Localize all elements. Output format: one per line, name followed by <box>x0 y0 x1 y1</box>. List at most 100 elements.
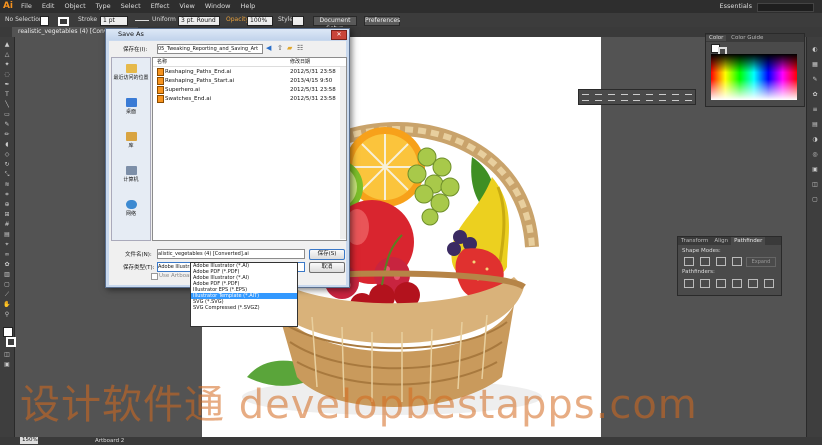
view-menu-icon[interactable]: ☷ <box>297 44 303 52</box>
merge-icon[interactable] <box>716 279 726 288</box>
fill-color-icon[interactable] <box>3 327 13 337</box>
back-icon[interactable]: ◀ <box>266 44 271 52</box>
align-left-icon[interactable] <box>581 93 589 101</box>
outline-icon[interactable] <box>748 279 758 288</box>
scale-tool-icon[interactable]: ⤡ <box>3 172 11 178</box>
lasso-icon[interactable]: ◌ <box>3 72 11 78</box>
rotate-tool-icon[interactable]: ↻ <box>3 162 11 168</box>
distribute-top-icon[interactable] <box>659 93 667 101</box>
brushes-icon[interactable]: ✎ <box>811 77 819 83</box>
color-panel-icon[interactable]: ◐ <box>811 47 819 53</box>
menu-select[interactable]: Select <box>116 0 146 13</box>
artboards-icon[interactable]: ▢ <box>811 197 819 203</box>
variable-width-profile[interactable]: Uniform <box>152 16 176 24</box>
blend-tool-icon[interactable]: ∞ <box>3 252 11 258</box>
crop-icon[interactable] <box>732 279 742 288</box>
tab-color-guide[interactable]: Color Guide <box>728 35 766 41</box>
gradient-tool-icon[interactable]: ▤ <box>3 232 11 238</box>
style-swatch[interactable] <box>292 16 304 26</box>
artboard-tool-icon[interactable]: ▢ <box>3 282 11 288</box>
save-button[interactable]: 保存(S) <box>309 249 345 260</box>
tab-transform[interactable]: Transform <box>678 237 711 245</box>
menu-edit[interactable]: Edit <box>37 0 60 13</box>
variable-width-line[interactable] <box>135 16 149 21</box>
graphic-styles-icon[interactable]: ▣ <box>811 167 819 173</box>
preferences-button[interactable]: Preferences <box>364 16 400 26</box>
trim-icon[interactable] <box>700 279 710 288</box>
menu-file[interactable]: File <box>16 0 37 13</box>
column-date[interactable]: 修改日期 <box>290 58 310 66</box>
align-right-icon[interactable] <box>607 93 615 101</box>
exclude-icon[interactable] <box>732 257 742 266</box>
rectangle-tool-icon[interactable]: ▭ <box>3 112 11 118</box>
minus-front-icon[interactable] <box>700 257 710 266</box>
menu-object[interactable]: Object <box>59 0 90 13</box>
symbols-icon[interactable]: ✿ <box>811 92 819 98</box>
opacity-label[interactable]: Opacity <box>226 16 249 24</box>
line-tool-icon[interactable]: ╲ <box>3 102 11 108</box>
save-in-select[interactable]: 05_Tweaking_Reporting_and_Saving_Art <box>157 44 263 54</box>
column-graph-icon[interactable]: ▥ <box>3 272 11 278</box>
tab-align[interactable]: Align <box>711 237 731 245</box>
place-recent[interactable]: 最近访问的位置 <box>112 64 150 81</box>
appearance-icon[interactable]: ◎ <box>811 152 819 158</box>
slice-tool-icon[interactable]: ⟋ <box>3 292 11 298</box>
layers-icon[interactable]: ◫ <box>811 182 819 188</box>
stroke-panel-icon[interactable]: ≡ <box>811 107 819 113</box>
align-center-icon[interactable] <box>594 93 602 101</box>
place-desktop[interactable]: 桌面 <box>112 98 150 115</box>
symbol-sprayer-icon[interactable]: ✿ <box>3 262 11 268</box>
menu-effect[interactable]: Effect <box>146 0 175 13</box>
zoom-tool-icon[interactable]: ⚲ <box>3 312 11 318</box>
selection-tool-icon[interactable]: ▲ <box>3 42 11 48</box>
filetype-option[interactable]: SVG Compressed (*.SVGZ) <box>191 305 297 311</box>
mesh-tool-icon[interactable]: # <box>3 222 11 228</box>
tab-color[interactable]: Color <box>706 35 727 41</box>
unite-icon[interactable] <box>684 257 694 266</box>
file-list-scrollbar[interactable] <box>340 67 346 239</box>
menu-type[interactable]: Type <box>91 0 116 13</box>
pencil-icon[interactable]: ✏ <box>3 132 11 138</box>
minus-back-icon[interactable] <box>764 279 774 288</box>
fill-swatch[interactable] <box>40 16 49 26</box>
blob-brush-icon[interactable]: ◖ <box>3 142 11 148</box>
filename-input[interactable]: alistic_vegetables (4) [Converted].ai <box>157 249 305 259</box>
type-tool-icon[interactable]: T <box>3 92 11 98</box>
brush-definition[interactable]: 3 pt. Round <box>178 16 220 26</box>
align-middle-icon[interactable] <box>633 93 641 101</box>
direct-selection-icon[interactable]: △ <box>3 52 11 58</box>
distribute-bottom-icon[interactable] <box>684 93 692 101</box>
place-network[interactable]: 网络 <box>112 200 150 217</box>
artboard-navigator[interactable]: Artboard 2 <box>95 437 124 445</box>
workspace-switcher[interactable]: Essentials <box>719 0 752 13</box>
close-icon[interactable]: ✕ <box>331 30 347 40</box>
stroke-label[interactable]: Stroke <box>78 16 97 24</box>
perspective-grid-icon[interactable]: ⊞ <box>3 212 11 218</box>
divide-icon[interactable] <box>684 279 694 288</box>
paintbrush-icon[interactable]: ✎ <box>3 122 11 128</box>
pen-tool-icon[interactable]: ✒ <box>3 82 11 88</box>
width-tool-icon[interactable]: ≋ <box>3 182 11 188</box>
color-spectrum[interactable] <box>711 54 797 100</box>
file-row[interactable]: Reshaping_Paths_Start.ai 2013/4/15 9:50 <box>153 77 343 86</box>
opacity-input[interactable]: 100% <box>247 16 273 26</box>
cancel-button[interactable]: 取消 <box>309 262 345 273</box>
new-folder-icon[interactable]: ▰ <box>287 44 292 52</box>
place-libraries[interactable]: 库 <box>112 132 150 149</box>
align-bottom-icon[interactable] <box>646 93 654 101</box>
file-row[interactable]: Reshaping_Paths_End.ai 2012/5/31 23:58 <box>153 68 343 77</box>
eraser-icon[interactable]: ◇ <box>3 152 11 158</box>
draw-mode-icon[interactable]: ◫ <box>3 352 11 358</box>
use-artboards-checkbox[interactable] <box>151 273 158 280</box>
file-row[interactable]: Superhero.ai 2012/5/31 23:58 <box>153 86 343 95</box>
gradient-panel-icon[interactable]: ▤ <box>811 122 819 128</box>
help-search-input[interactable] <box>757 3 814 12</box>
eyedropper-icon[interactable]: ⌖ <box>3 242 11 248</box>
screen-mode-icon[interactable]: ▣ <box>3 362 11 368</box>
stroke-swatch[interactable] <box>58 17 69 26</box>
menu-help[interactable]: Help <box>235 0 260 13</box>
free-transform-icon[interactable]: ⌗ <box>3 192 11 198</box>
up-folder-icon[interactable]: ⇧ <box>277 44 283 52</box>
menu-view[interactable]: View <box>174 0 199 13</box>
swatches-icon[interactable]: ▦ <box>811 62 819 68</box>
